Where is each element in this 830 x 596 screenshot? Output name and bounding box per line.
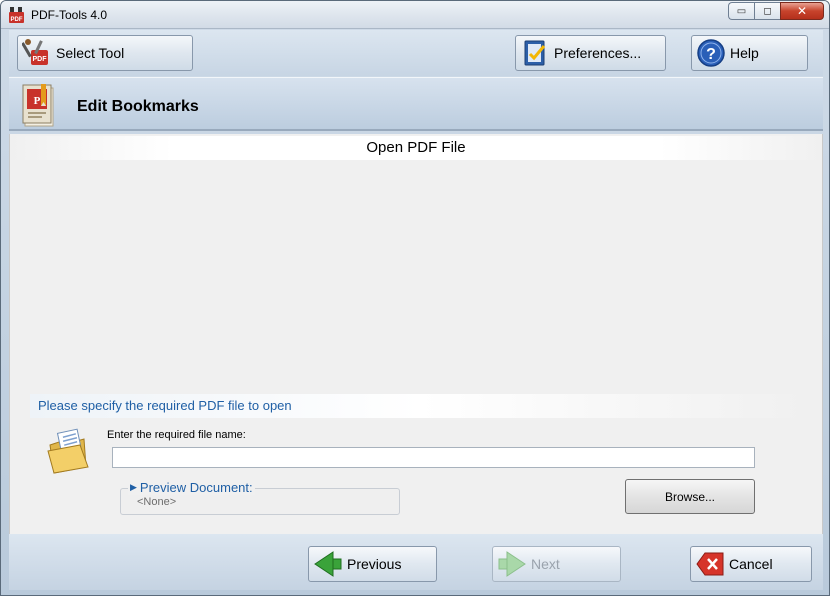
browse-button[interactable]: Browse...: [625, 479, 755, 514]
open-folder-icon: [47, 428, 89, 474]
svg-text:PDF: PDF: [33, 56, 48, 63]
close-icon: ✕: [796, 4, 808, 18]
tools-pdf-icon: PDF: [22, 39, 48, 65]
wizard-footer: Previous Next Cancel: [9, 534, 823, 590]
preferences-label: Preferences...: [554, 45, 642, 61]
bookmark-book-icon: P: [22, 84, 54, 127]
file-name-label: Enter the required file name:: [107, 429, 246, 441]
preview-document-value: <None>: [137, 496, 177, 508]
select-tool-button[interactable]: PDF Select Tool: [17, 35, 193, 71]
maximize-icon: ◻: [763, 5, 772, 17]
pdf-tools-icon: PDF: [9, 7, 24, 23]
svg-text:P: P: [34, 95, 41, 107]
tool-header: P Edit Bookmarks: [9, 77, 823, 131]
cancel-label: Cancel: [729, 556, 773, 572]
svg-text:?: ?: [706, 46, 716, 63]
previous-label: Previous: [347, 556, 402, 572]
toolbar: PDF Select Tool Preferences... ? Help: [9, 30, 823, 76]
preferences-button[interactable]: Preferences...: [515, 35, 666, 71]
window-title: PDF-Tools 4.0: [31, 8, 108, 22]
preview-document-label: Preview Document:: [139, 480, 253, 495]
section-title: Open PDF File: [10, 136, 822, 160]
select-tool-label: Select Tool: [56, 45, 125, 61]
instruction-text: Please specify the required PDF file to …: [38, 398, 292, 413]
next-button[interactable]: Next: [492, 546, 621, 582]
title-bar[interactable]: PDF PDF-Tools 4.0 ▭ ◻ ✕: [1, 1, 829, 29]
preferences-check-icon: [524, 40, 546, 66]
cancel-button[interactable]: Cancel: [690, 546, 812, 582]
minimize-button[interactable]: ▭: [728, 2, 754, 20]
arrow-right-icon: [498, 551, 526, 577]
maximize-button[interactable]: ◻: [754, 2, 780, 20]
window-controls: ▭ ◻ ✕: [728, 2, 824, 20]
next-label: Next: [531, 556, 560, 572]
app-window: PDF PDF-Tools 4.0 ▭ ◻ ✕ PDF Select Tool …: [0, 0, 830, 596]
preview-document-toggle[interactable]: ▶ Preview Document:: [128, 480, 255, 495]
help-button[interactable]: ? Help: [691, 35, 808, 71]
arrow-left-icon: [314, 551, 342, 577]
file-name-input[interactable]: [112, 447, 755, 468]
help-question-icon: ?: [697, 39, 725, 67]
main-content: Open PDF File Please specify the require…: [9, 134, 823, 534]
cancel-x-icon: [696, 552, 724, 576]
previous-button[interactable]: Previous: [308, 546, 437, 582]
minimize-icon: ▭: [736, 5, 747, 17]
page-title: Edit Bookmarks: [77, 98, 199, 115]
close-button[interactable]: ✕: [780, 2, 824, 20]
svg-text:PDF: PDF: [11, 17, 23, 23]
help-label: Help: [730, 45, 759, 61]
expand-triangle-icon: ▶: [130, 482, 137, 492]
